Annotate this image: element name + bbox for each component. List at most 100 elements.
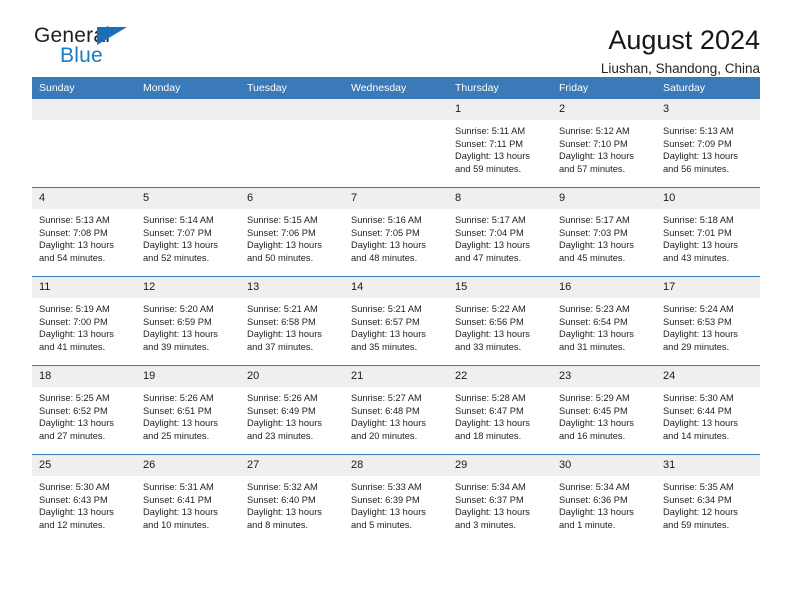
calendar-day-cell[interactable]: 2 Sunrise: 5:12 AM Sunset: 7:10 PM Daylight…	[552, 99, 656, 188]
day-cell-inner: 7 Sunrise: 5:16 AM Sunset: 7:05 PM Daylight…	[344, 188, 448, 276]
sunrise-text: Sunrise: 5:24 AM	[663, 304, 734, 314]
weekday-header-saturday: Saturday	[656, 77, 760, 99]
day-details: Sunrise: 5:28 AM Sunset: 6:47 PM Daylight:…	[448, 387, 552, 442]
day-cell-inner: 14 Sunrise: 5:21 AM Sunset: 6:57 PM Dayligh…	[344, 277, 448, 365]
sunset-text: Sunset: 7:08 PM	[39, 227, 108, 238]
calendar-day-cell[interactable]: 25 Sunrise: 5:30 AM Sunset: 6:43 PM Dayligh…	[32, 454, 136, 543]
calendar-day-cell[interactable]: 13 Sunrise: 5:21 AM Sunset: 6:58 PM Dayligh…	[240, 276, 344, 366]
day-cell-inner: 1 Sunrise: 5:11 AM Sunset: 7:11 PM Daylight…	[448, 99, 552, 187]
sunset-text: Sunset: 6:48 PM	[351, 405, 420, 416]
calendar-header-row: Sunday Monday Tuesday Wednesday Thursday Frid…	[32, 77, 760, 99]
calendar-day-cell[interactable]: 16 Sunrise: 5:23 AM Sunset: 6:54 PM Dayligh…	[552, 276, 656, 366]
sunset-text: Sunset: 6:59 PM	[143, 316, 212, 327]
calendar-day-cell[interactable]: 1 Sunrise: 5:11 AM Sunset: 7:11 PM Daylight…	[448, 99, 552, 188]
daylight-text: Daylight: 13 hours and 43 minutes.	[663, 240, 738, 263]
daylight-text: Daylight: 13 hours and 35 minutes.	[351, 329, 426, 352]
calendar-day-cell[interactable]: 23 Sunrise: 5:29 AM Sunset: 6:45 PM Dayligh…	[552, 365, 656, 455]
sunrise-text: Sunrise: 5:23 AM	[559, 304, 630, 314]
day-details: Sunrise: 5:23 AM Sunset: 6:54 PM Daylight:…	[552, 298, 656, 353]
calendar-day-cell[interactable]: 6 Sunrise: 5:15 AM Sunset: 7:06 PM Daylight…	[240, 187, 344, 277]
sunrise-text: Sunrise: 5:33 AM	[351, 482, 422, 492]
day-details: Sunrise: 5:33 AM Sunset: 6:39 PM Daylight:…	[344, 476, 448, 531]
sunrise-text: Sunrise: 5:16 AM	[351, 215, 422, 225]
calendar-week-row: 18 Sunrise: 5:25 AM Sunset: 6:52 PM Dayligh…	[32, 365, 760, 455]
calendar-day-cell[interactable]: 27 Sunrise: 5:32 AM Sunset: 6:40 PM Dayligh…	[240, 454, 344, 543]
day-details: Sunrise: 5:26 AM Sunset: 6:49 PM Daylight:…	[240, 387, 344, 442]
weekday-header-friday: Friday	[552, 77, 656, 99]
day-number	[240, 99, 344, 120]
calendar-day-cell[interactable]: 3 Sunrise: 5:13 AM Sunset: 7:09 PM Daylight…	[656, 99, 760, 188]
day-number: 12	[136, 277, 240, 298]
calendar-day-cell[interactable]: 10 Sunrise: 5:18 AM Sunset: 7:01 PM Dayligh…	[656, 187, 760, 277]
day-number: 9	[552, 188, 656, 209]
day-number: 27	[240, 455, 344, 476]
day-cell-inner	[344, 99, 448, 187]
calendar-day-cell[interactable]: 31 Sunrise: 5:35 AM Sunset: 6:34 PM Dayligh…	[656, 454, 760, 543]
sunrise-text: Sunrise: 5:13 AM	[39, 215, 110, 225]
day-cell-inner: 28 Sunrise: 5:33 AM Sunset: 6:39 PM Dayligh…	[344, 455, 448, 543]
daylight-text: Daylight: 13 hours and 37 minutes.	[247, 329, 322, 352]
calendar-day-cell[interactable]: 7 Sunrise: 5:16 AM Sunset: 7:05 PM Daylight…	[344, 187, 448, 277]
calendar-day-cell[interactable]: 17 Sunrise: 5:24 AM Sunset: 6:53 PM Dayligh…	[656, 276, 760, 366]
calendar-day-cell[interactable]: 26 Sunrise: 5:31 AM Sunset: 6:41 PM Dayligh…	[136, 454, 240, 543]
day-details: Sunrise: 5:15 AM Sunset: 7:06 PM Daylight:…	[240, 209, 344, 264]
calendar-week-row: 1 Sunrise: 5:11 AM Sunset: 7:11 PM Daylight…	[32, 99, 760, 188]
calendar-page: General Blue August 2024 Liushan, Shando…	[0, 0, 792, 612]
calendar-day-cell[interactable]: 4 Sunrise: 5:13 AM Sunset: 7:08 PM Daylight…	[32, 187, 136, 277]
calendar-day-cell-empty	[136, 99, 240, 188]
day-details: Sunrise: 5:30 AM Sunset: 6:43 PM Daylight:…	[32, 476, 136, 531]
day-details: Sunrise: 5:21 AM Sunset: 6:58 PM Daylight:…	[240, 298, 344, 353]
daylight-text: Daylight: 13 hours and 41 minutes.	[39, 329, 114, 352]
day-number: 5	[136, 188, 240, 209]
calendar-day-cell[interactable]: 28 Sunrise: 5:33 AM Sunset: 6:39 PM Dayligh…	[344, 454, 448, 543]
daylight-text: Daylight: 13 hours and 50 minutes.	[247, 240, 322, 263]
day-cell-inner: 6 Sunrise: 5:15 AM Sunset: 7:06 PM Daylight…	[240, 188, 344, 276]
daylight-text: Daylight: 13 hours and 1 minute.	[559, 507, 634, 530]
weekday-header-row: Sunday Monday Tuesday Wednesday Thursday Frid…	[32, 77, 760, 99]
day-details: Sunrise: 5:14 AM Sunset: 7:07 PM Daylight:…	[136, 209, 240, 264]
calendar-day-cell[interactable]: 12 Sunrise: 5:20 AM Sunset: 6:59 PM Dayligh…	[136, 276, 240, 366]
day-cell-inner: 11 Sunrise: 5:19 AM Sunset: 7:00 PM Dayligh…	[32, 277, 136, 365]
day-cell-inner: 5 Sunrise: 5:14 AM Sunset: 7:07 PM Daylight…	[136, 188, 240, 276]
calendar-day-cell[interactable]: 20 Sunrise: 5:26 AM Sunset: 6:49 PM Dayligh…	[240, 365, 344, 455]
calendar-day-cell[interactable]: 15 Sunrise: 5:22 AM Sunset: 6:56 PM Dayligh…	[448, 276, 552, 366]
calendar-day-cell[interactable]: 21 Sunrise: 5:27 AM Sunset: 6:48 PM Dayligh…	[344, 365, 448, 455]
day-cell-inner: 25 Sunrise: 5:30 AM Sunset: 6:43 PM Dayligh…	[32, 455, 136, 543]
weekday-header-sunday: Sunday	[32, 77, 136, 99]
sunset-text: Sunset: 6:36 PM	[559, 494, 628, 505]
sunrise-text: Sunrise: 5:11 AM	[455, 126, 526, 136]
sunrise-text: Sunrise: 5:22 AM	[455, 304, 526, 314]
calendar-day-cell[interactable]: 30 Sunrise: 5:34 AM Sunset: 6:36 PM Dayligh…	[552, 454, 656, 543]
daylight-text: Daylight: 13 hours and 14 minutes.	[663, 418, 738, 441]
day-details: Sunrise: 5:19 AM Sunset: 7:00 PM Daylight:…	[32, 298, 136, 353]
day-details: Sunrise: 5:12 AM Sunset: 7:10 PM Daylight:…	[552, 120, 656, 175]
calendar-day-cell[interactable]: 8 Sunrise: 5:17 AM Sunset: 7:04 PM Daylight…	[448, 187, 552, 277]
day-cell-inner: 24 Sunrise: 5:30 AM Sunset: 6:44 PM Dayligh…	[656, 366, 760, 454]
calendar-week-row: 25 Sunrise: 5:30 AM Sunset: 6:43 PM Dayligh…	[32, 454, 760, 543]
day-details: Sunrise: 5:24 AM Sunset: 6:53 PM Daylight:…	[656, 298, 760, 353]
calendar-day-cell[interactable]: 24 Sunrise: 5:30 AM Sunset: 6:44 PM Dayligh…	[656, 365, 760, 455]
sunrise-text: Sunrise: 5:34 AM	[559, 482, 630, 492]
calendar-day-cell[interactable]: 5 Sunrise: 5:14 AM Sunset: 7:07 PM Daylight…	[136, 187, 240, 277]
calendar-day-cell[interactable]: 11 Sunrise: 5:19 AM Sunset: 7:00 PM Dayligh…	[32, 276, 136, 366]
sunrise-text: Sunrise: 5:28 AM	[455, 393, 526, 403]
calendar-day-cell-empty	[240, 99, 344, 188]
day-cell-inner: 22 Sunrise: 5:28 AM Sunset: 6:47 PM Dayligh…	[448, 366, 552, 454]
calendar-day-cell[interactable]: 14 Sunrise: 5:21 AM Sunset: 6:57 PM Dayligh…	[344, 276, 448, 366]
day-number: 26	[136, 455, 240, 476]
day-details: Sunrise: 5:27 AM Sunset: 6:48 PM Daylight:…	[344, 387, 448, 442]
sunset-text: Sunset: 6:45 PM	[559, 405, 628, 416]
sunset-text: Sunset: 6:57 PM	[351, 316, 420, 327]
calendar-day-cell[interactable]: 29 Sunrise: 5:34 AM Sunset: 6:37 PM Dayligh…	[448, 454, 552, 543]
sunset-text: Sunset: 6:52 PM	[39, 405, 108, 416]
general-blue-logo[interactable]: General Blue	[32, 24, 152, 72]
calendar-day-cell[interactable]: 19 Sunrise: 5:26 AM Sunset: 6:51 PM Dayligh…	[136, 365, 240, 455]
sunrise-text: Sunrise: 5:35 AM	[663, 482, 734, 492]
day-details: Sunrise: 5:25 AM Sunset: 6:52 PM Daylight:…	[32, 387, 136, 442]
sunset-text: Sunset: 7:05 PM	[351, 227, 420, 238]
sunrise-text: Sunrise: 5:27 AM	[351, 393, 422, 403]
day-number: 17	[656, 277, 760, 298]
calendar-day-cell[interactable]: 18 Sunrise: 5:25 AM Sunset: 6:52 PM Dayligh…	[32, 365, 136, 455]
calendar-day-cell[interactable]: 9 Sunrise: 5:17 AM Sunset: 7:03 PM Daylight…	[552, 187, 656, 277]
calendar-day-cell[interactable]: 22 Sunrise: 5:28 AM Sunset: 6:47 PM Dayligh…	[448, 365, 552, 455]
